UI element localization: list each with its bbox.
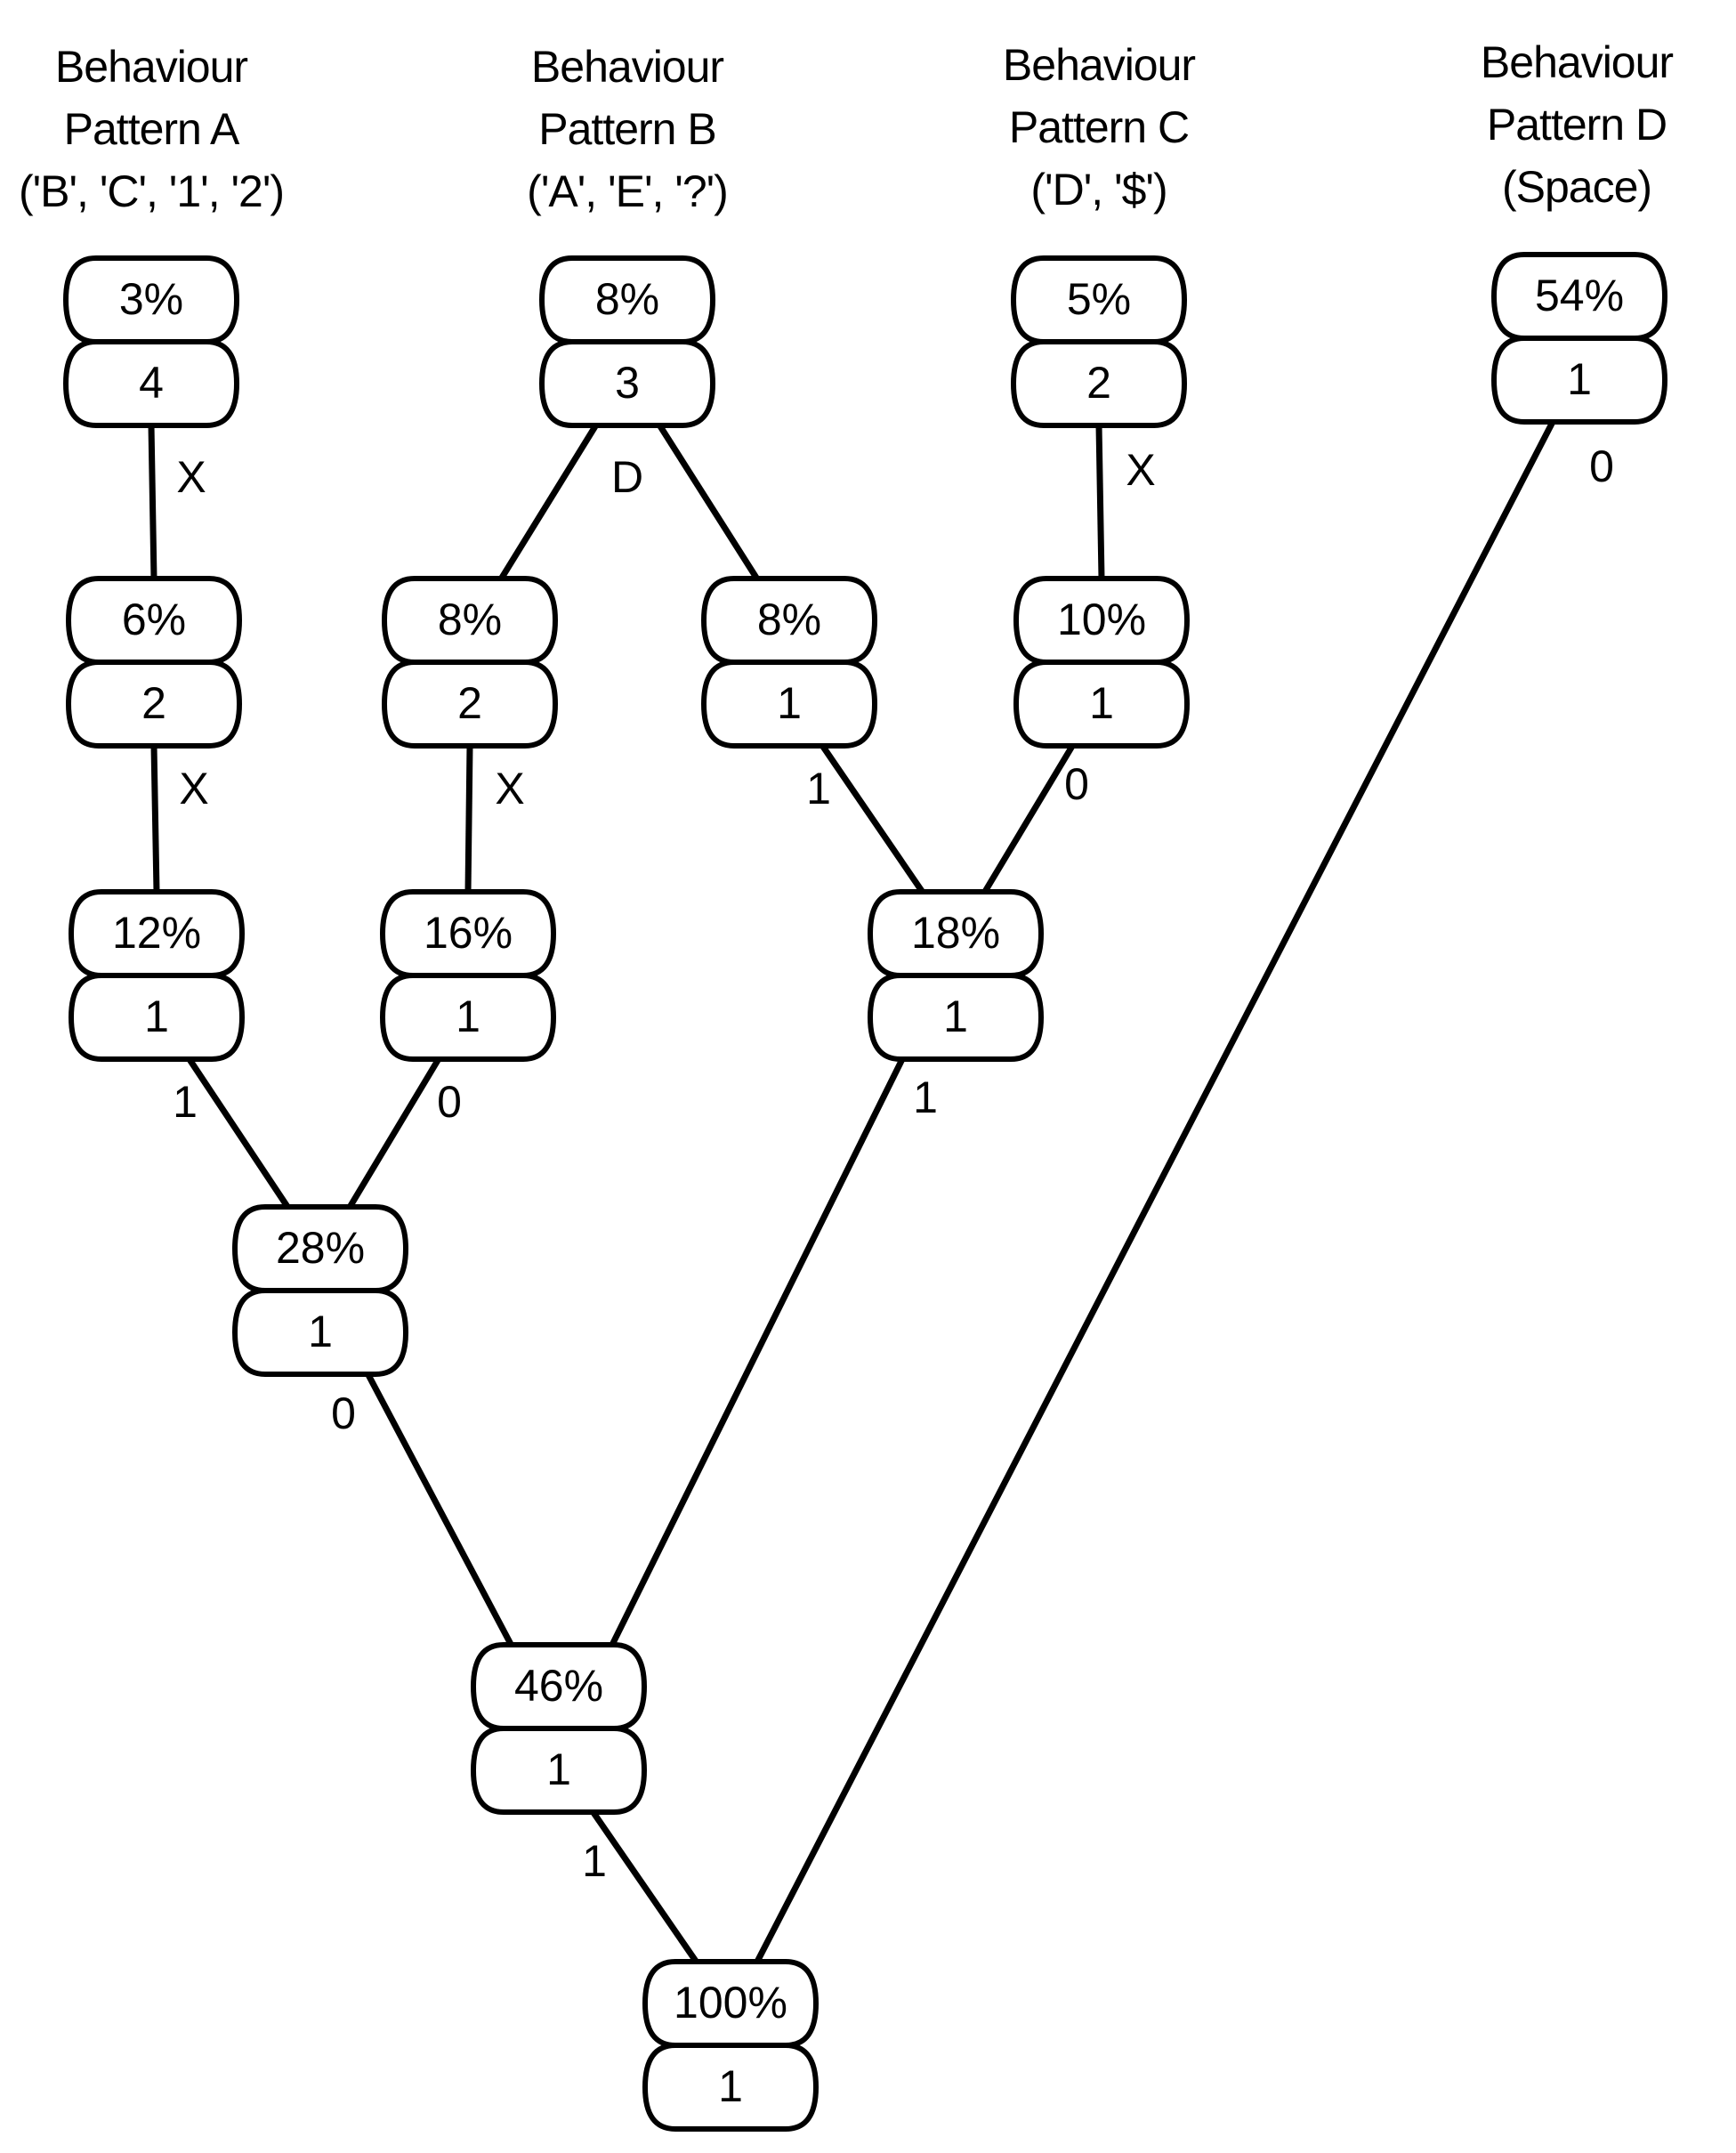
node-c2: 10% 1 xyxy=(1013,576,1191,749)
edge-c1-c2 xyxy=(1095,425,1105,579)
node-b2l: 8% 2 xyxy=(381,576,559,749)
node-percent: 16% xyxy=(424,908,513,958)
edge-ab-abc xyxy=(365,1372,514,1647)
edge-label: 1 xyxy=(806,764,831,813)
node-count: 3 xyxy=(615,358,640,408)
node-percent: 8% xyxy=(438,595,502,644)
node-percent: 8% xyxy=(757,595,821,644)
node-count: 1 xyxy=(456,992,480,1041)
node-percent: 46% xyxy=(514,1661,603,1711)
node-root: 100% 1 xyxy=(642,1959,820,2132)
node-abc: 46% 1 xyxy=(470,1642,648,1815)
edge-label: 0 xyxy=(1589,441,1614,491)
node-percent: 5% xyxy=(1067,274,1131,324)
node-count: 2 xyxy=(457,678,482,728)
node-a3: 12% 1 xyxy=(68,889,246,1062)
node-percent: 12% xyxy=(112,908,201,958)
edge-b3-ab xyxy=(347,1057,441,1209)
node-count: 2 xyxy=(1086,358,1111,408)
edge-b2l-b3 xyxy=(464,745,473,893)
node-a1: 3% 4 xyxy=(62,255,240,428)
node-count: 4 xyxy=(139,358,164,408)
edge-label: 1 xyxy=(173,1077,198,1127)
node-count: 1 xyxy=(943,992,968,1041)
edge-label: X xyxy=(176,452,206,502)
node-c1: 5% 2 xyxy=(1010,255,1188,428)
edge-label: X xyxy=(1126,445,1155,495)
edge-label: 1 xyxy=(913,1072,938,1122)
node-count: 1 xyxy=(777,678,802,728)
node-percent: 28% xyxy=(276,1223,365,1273)
node-a2: 6% 2 xyxy=(65,576,243,749)
edge-b1-b2l xyxy=(498,424,599,580)
edge-label: X xyxy=(495,764,524,813)
node-d1: 54% 1 xyxy=(1490,252,1668,425)
node-count: 1 xyxy=(308,1307,333,1356)
node-count: 1 xyxy=(1567,354,1592,404)
node-ab: 28% 1 xyxy=(231,1204,409,1377)
node-percent: 8% xyxy=(595,274,659,324)
edge-b2r-bc xyxy=(820,744,925,894)
edge-a2-a3 xyxy=(150,745,160,893)
node-count: 1 xyxy=(144,992,169,1041)
edge-abc-root xyxy=(590,1810,699,1963)
node-bc: 18% 1 xyxy=(867,889,1045,1062)
edge-a3-ab xyxy=(186,1057,291,1209)
node-count: 1 xyxy=(546,1744,571,1794)
edge-label: X xyxy=(179,764,208,813)
node-percent: 10% xyxy=(1057,595,1146,644)
node-count: 2 xyxy=(141,678,166,728)
node-percent: 3% xyxy=(119,274,183,324)
node-percent: 54% xyxy=(1535,271,1624,320)
edge-label: 0 xyxy=(1064,759,1089,809)
node-b2r: 8% 1 xyxy=(700,576,878,749)
edge-label: 1 xyxy=(582,1836,607,1886)
node-percent: 18% xyxy=(911,908,1000,958)
behaviour-tree-diagram: 3%48%35%254%16%28%28%110%112%116%118%128… xyxy=(62,252,1668,2132)
edge-label: 0 xyxy=(437,1077,462,1127)
node-b1: 8% 3 xyxy=(538,255,716,428)
edge-bc-abc xyxy=(609,1057,906,1647)
node-percent: 100% xyxy=(674,1978,787,2028)
edge-label: 0 xyxy=(331,1388,356,1438)
node-percent: 6% xyxy=(122,595,186,644)
edge-label: D xyxy=(611,452,643,502)
edge-a1-a2 xyxy=(148,425,157,579)
node-b3: 16% 1 xyxy=(379,889,557,1062)
node-count: 1 xyxy=(718,2061,743,2111)
edge-b1-b2r xyxy=(657,424,760,580)
node-count: 1 xyxy=(1089,678,1114,728)
edge-c2-bc xyxy=(981,744,1076,894)
